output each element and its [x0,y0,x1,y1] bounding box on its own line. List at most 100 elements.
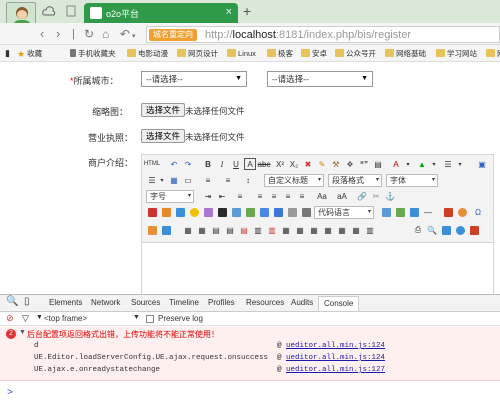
indent-icon[interactable]: ≡ [234,190,246,202]
wordimage-icon[interactable] [160,224,172,236]
image-float-icon[interactable] [146,206,158,218]
district-select[interactable]: --请选择-- ▼ [267,71,373,87]
tab-close-icon[interactable]: × [226,6,232,18]
direction-rtl-icon[interactable]: ⇤ [216,190,228,202]
unordered-list-dropdown-icon[interactable]: ▾ [156,174,168,186]
split-to-cells-icon[interactable]: ▦ [322,224,334,236]
history-dropdown-icon[interactable]: ▾ [132,29,136,45]
inspect-icon[interactable]: 🔍 [6,296,18,307]
bookmark-folder[interactable]: 网络基础 [385,48,426,59]
stack-source[interactable]: @ ueditor.all.min.js:127 [277,366,385,374]
background-icon[interactable] [408,206,420,218]
google-map-icon[interactable] [272,206,284,218]
paragraph-select[interactable]: 段落格式 ▾ [328,174,382,187]
custom-title-select[interactable]: 自定义标题 ▾ [264,174,324,187]
tab-timeline[interactable]: Timeline [169,298,199,307]
merge-cells-icon[interactable]: ▦ [280,224,292,236]
clear-console-icon[interactable]: ⊘ [6,313,14,324]
insert-paragraph-before-table-icon[interactable]: ▤ [210,224,222,236]
drafts-icon[interactable] [468,224,480,236]
blockquote-icon[interactable]: ❖ [344,158,356,170]
search-replace-icon[interactable] [440,224,452,236]
bookmark-folder[interactable]: 学习网站 [436,48,477,59]
delete-col-icon[interactable]: ▥ [266,224,278,236]
charts-icon[interactable]: ▥ [364,224,376,236]
delete-row-icon[interactable]: ▤ [238,224,250,236]
city-select[interactable]: --请选择-- ▼ [141,71,247,87]
back-color-dropdown-icon[interactable]: ▾ [428,158,440,170]
page-break-icon[interactable] [380,206,392,218]
quote-icon[interactable]: “” [358,158,370,170]
bookmark-folder[interactable]: 极客 [267,48,293,59]
merge-down-icon[interactable]: ▦ [308,224,320,236]
rich-text-editor[interactable]: HTML ↶ ↷ B I U A abc X² X₂ ✖ ✎ ⚒ ❖ “” ▤ … [141,154,494,296]
bookmark-folder[interactable]: 安卓 [301,48,327,59]
insert-video-icon[interactable] [216,206,228,218]
font-border-icon[interactable]: A [244,158,256,170]
undo-icon[interactable]: ↶ [168,158,180,170]
clear-doc-icon[interactable]: ▭ [182,174,194,186]
anchor-icon[interactable]: ⚓ [384,190,396,202]
pasteplain-icon[interactable]: ▤ [372,158,384,170]
scrawl-icon[interactable] [202,206,214,218]
frame-select[interactable]: <top frame> [44,314,87,323]
home-icon[interactable]: ⌂ [102,26,109,42]
undo-history-icon[interactable]: ↶ [120,26,130,42]
to-upper-icon[interactable]: aA [336,190,348,202]
subscript-icon[interactable]: X₂ [288,158,300,170]
stack-source[interactable]: @ ueditor.all.min.js:124 [277,342,385,350]
map-icon[interactable] [258,206,270,218]
html-source-icon[interactable]: HTML [144,158,160,170]
attachment-icon[interactable] [244,206,256,218]
tab-network[interactable]: Network [91,298,120,307]
stack-source-link[interactable]: ueditor.all.min.js:124 [286,342,385,350]
link-icon[interactable]: 🔗 [356,190,368,202]
superscript-icon[interactable]: X² [274,158,286,170]
bold-icon[interactable]: B [202,158,214,170]
justify-left-icon[interactable]: ≡ [254,190,266,202]
insert-image-icon[interactable] [174,206,186,218]
row-spacing-top-icon[interactable]: ≡ [202,174,214,186]
tab-profiles[interactable]: Profiles [208,298,235,307]
stack-source-link[interactable]: ueditor.all.min.js:127 [286,366,385,374]
bookmark-folder[interactable]: 网 [486,48,500,59]
fore-color-dropdown-icon[interactable]: ▾ [402,158,414,170]
special-chars-icon[interactable]: Ω [472,206,484,218]
bookmark-favorites[interactable]: ★ 收藏 [17,48,42,60]
italic-icon[interactable]: I [216,158,228,170]
split-to-rows-icon[interactable]: ▦ [336,224,348,236]
template-icon[interactable] [394,206,406,218]
font-family-select[interactable]: 字体 ▾ [386,174,438,187]
expand-triangle-icon[interactable]: ▼ [19,329,26,336]
help-icon[interactable] [454,224,466,236]
time-icon[interactable] [456,206,468,218]
horizontal-icon[interactable]: — [422,206,434,218]
tab-elements[interactable]: Elements [49,298,82,307]
bookmark-folder[interactable]: 电影动漫 [127,48,168,59]
justify-center-icon[interactable]: ≡ [268,190,280,202]
line-height-icon[interactable]: ↕ [242,174,254,186]
direction-ltr-icon[interactable]: ⇥ [202,190,214,202]
date-icon[interactable] [442,206,454,218]
insert-table-icon[interactable]: ▦ [182,224,194,236]
back-icon[interactable]: ‹ [40,26,44,42]
sidebar-toggle-icon[interactable]: ▮ [5,48,10,59]
justify-right-icon[interactable]: ≡ [282,190,294,202]
insert-code-icon[interactable] [300,206,312,218]
filter-icon[interactable]: ▽ [22,313,29,324]
console-error-entry[interactable]: 2 ▼ 后台配置项返回格式出错，上传功能将不能正常使用！ d @ ueditor… [0,327,500,381]
unlink-icon[interactable]: ✂ [370,190,382,202]
format-match-icon[interactable]: ✎ [316,158,328,170]
fore-color-icon[interactable]: A [390,158,402,170]
delete-table-icon[interactable]: ▦ [196,224,208,236]
justify-full-icon[interactable]: ≡ [296,190,308,202]
back-color-icon[interactable]: ▲ [416,158,428,170]
stack-source-link[interactable]: ueditor.all.min.js:124 [286,354,385,362]
forward-icon[interactable]: › [56,26,60,42]
stack-source[interactable]: @ ueditor.all.min.js:124 [277,354,385,362]
tab-o2o[interactable]: o2o平台 × [84,3,238,23]
page-icon[interactable] [64,5,78,17]
to-lower-icon[interactable]: Aa [316,190,328,202]
tab-console[interactable]: Console [318,296,360,311]
ordered-list-dropdown-icon[interactable]: ▾ [454,158,466,170]
